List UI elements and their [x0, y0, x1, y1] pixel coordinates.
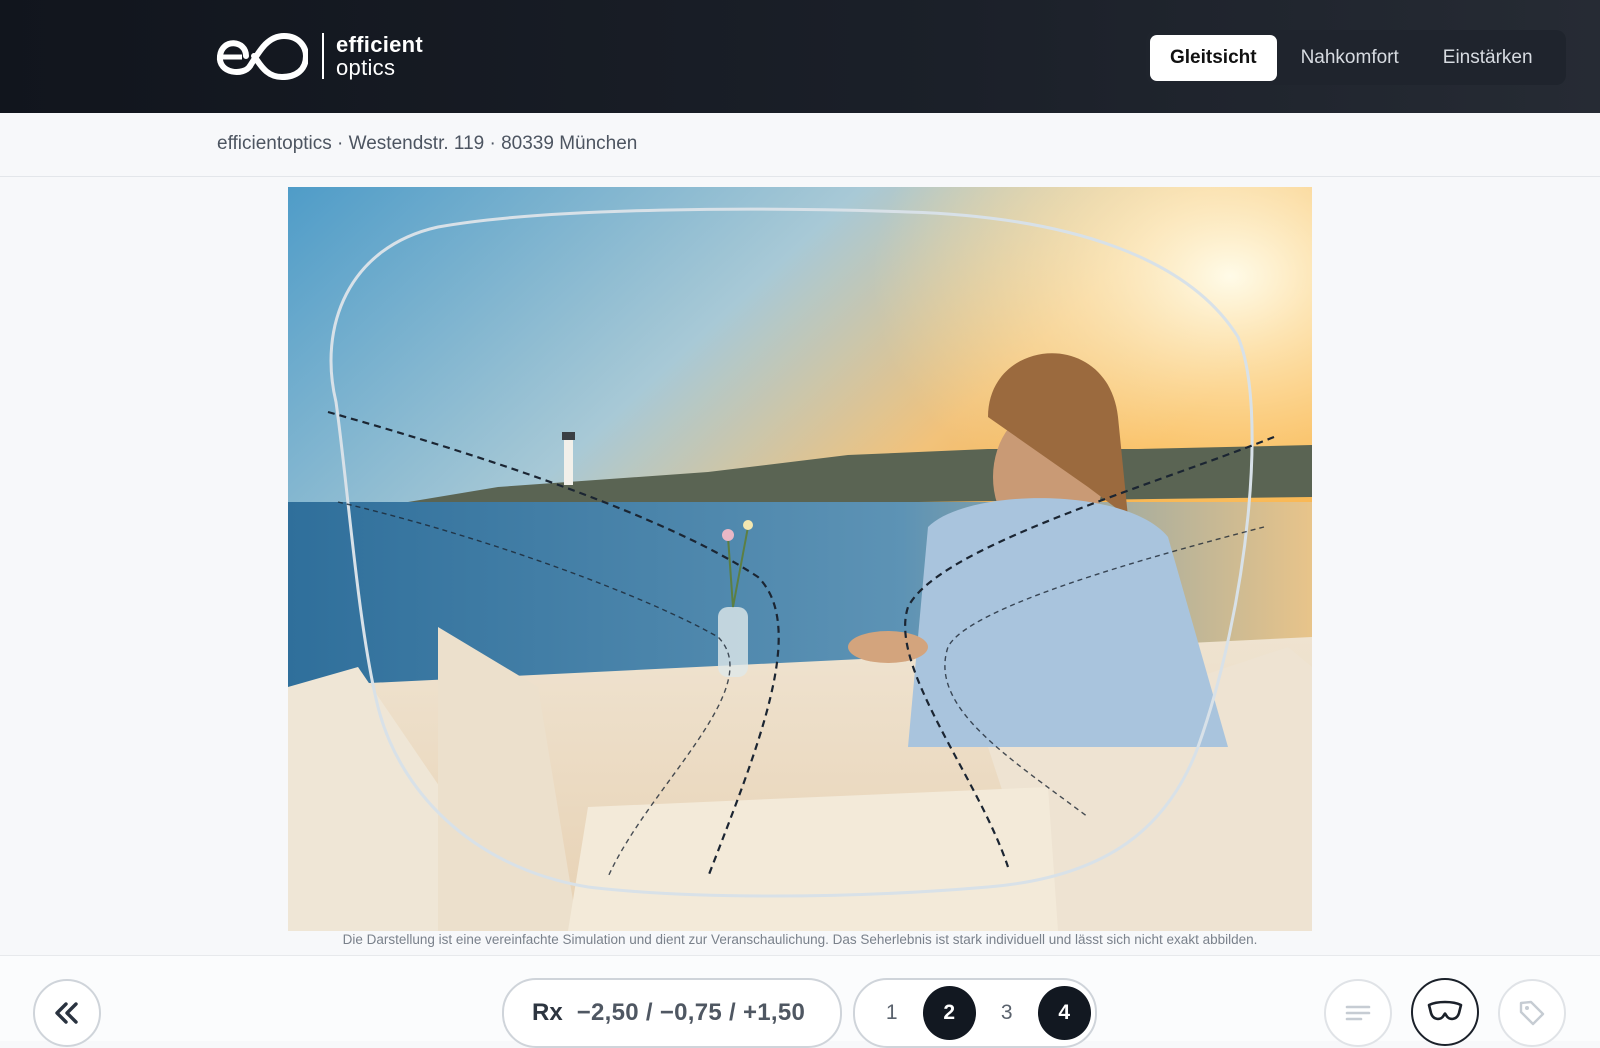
step-3-button[interactable]: 3: [980, 986, 1034, 1040]
step-selector: 1 2 3 4: [853, 978, 1097, 1048]
menu-lines-icon: [1345, 1005, 1371, 1021]
step-4-button[interactable]: 4: [1037, 986, 1091, 1040]
step-1-button[interactable]: 1: [865, 986, 919, 1040]
lens-simulation-view[interactable]: [288, 187, 1312, 931]
menu-button[interactable]: [1324, 979, 1392, 1047]
store-info-bar: efficientoptics · Westendstr. 119 · 8033…: [0, 113, 1600, 177]
logo-divider: [322, 33, 324, 79]
step-2-button[interactable]: 2: [922, 986, 976, 1040]
rx-value: −2,50 / −0,75 / +1,50: [576, 999, 806, 1026]
logo-line-1: efficient: [336, 32, 424, 57]
simulation-scene: [288, 187, 1312, 931]
tab-gleitsicht[interactable]: Gleitsicht: [1150, 34, 1277, 81]
brand-logo[interactable]: efficient optics: [216, 30, 423, 82]
lens-type-tabs: Gleitsicht Nahkomfort Einstärken: [1146, 30, 1566, 85]
logo-line-2: optics: [336, 55, 396, 80]
store-address: efficientoptics · Westendstr. 119 · 8033…: [217, 133, 638, 154]
lens-view-button[interactable]: [1411, 978, 1479, 1046]
simulation-disclaimer: Die Darstellung ist eine vereinfachte Si…: [342, 932, 1258, 947]
back-button[interactable]: [33, 979, 101, 1047]
rx-label: Rx: [532, 999, 563, 1026]
tab-nahkomfort[interactable]: Nahkomfort: [1281, 35, 1419, 81]
logo-wordmark: efficient optics: [336, 33, 423, 79]
bottom-toolbar: Rx −2,50 / −0,75 / +1,50 1 2 3 4: [0, 955, 1600, 1048]
tab-einstaerken[interactable]: Einstärken: [1423, 35, 1553, 81]
top-navigation-bar: efficient optics Gleitsicht Nahkomfort E…: [0, 0, 1600, 113]
price-tag-button[interactable]: [1498, 979, 1566, 1047]
prescription-pill[interactable]: Rx −2,50 / −0,75 / +1,50: [502, 978, 842, 1048]
glasses-lens-icon: [1427, 1000, 1463, 1021]
double-chevron-left-icon: [55, 1002, 78, 1024]
price-tag-icon: [1519, 1000, 1545, 1026]
efficient-optics-logo-icon: [217, 32, 308, 81]
